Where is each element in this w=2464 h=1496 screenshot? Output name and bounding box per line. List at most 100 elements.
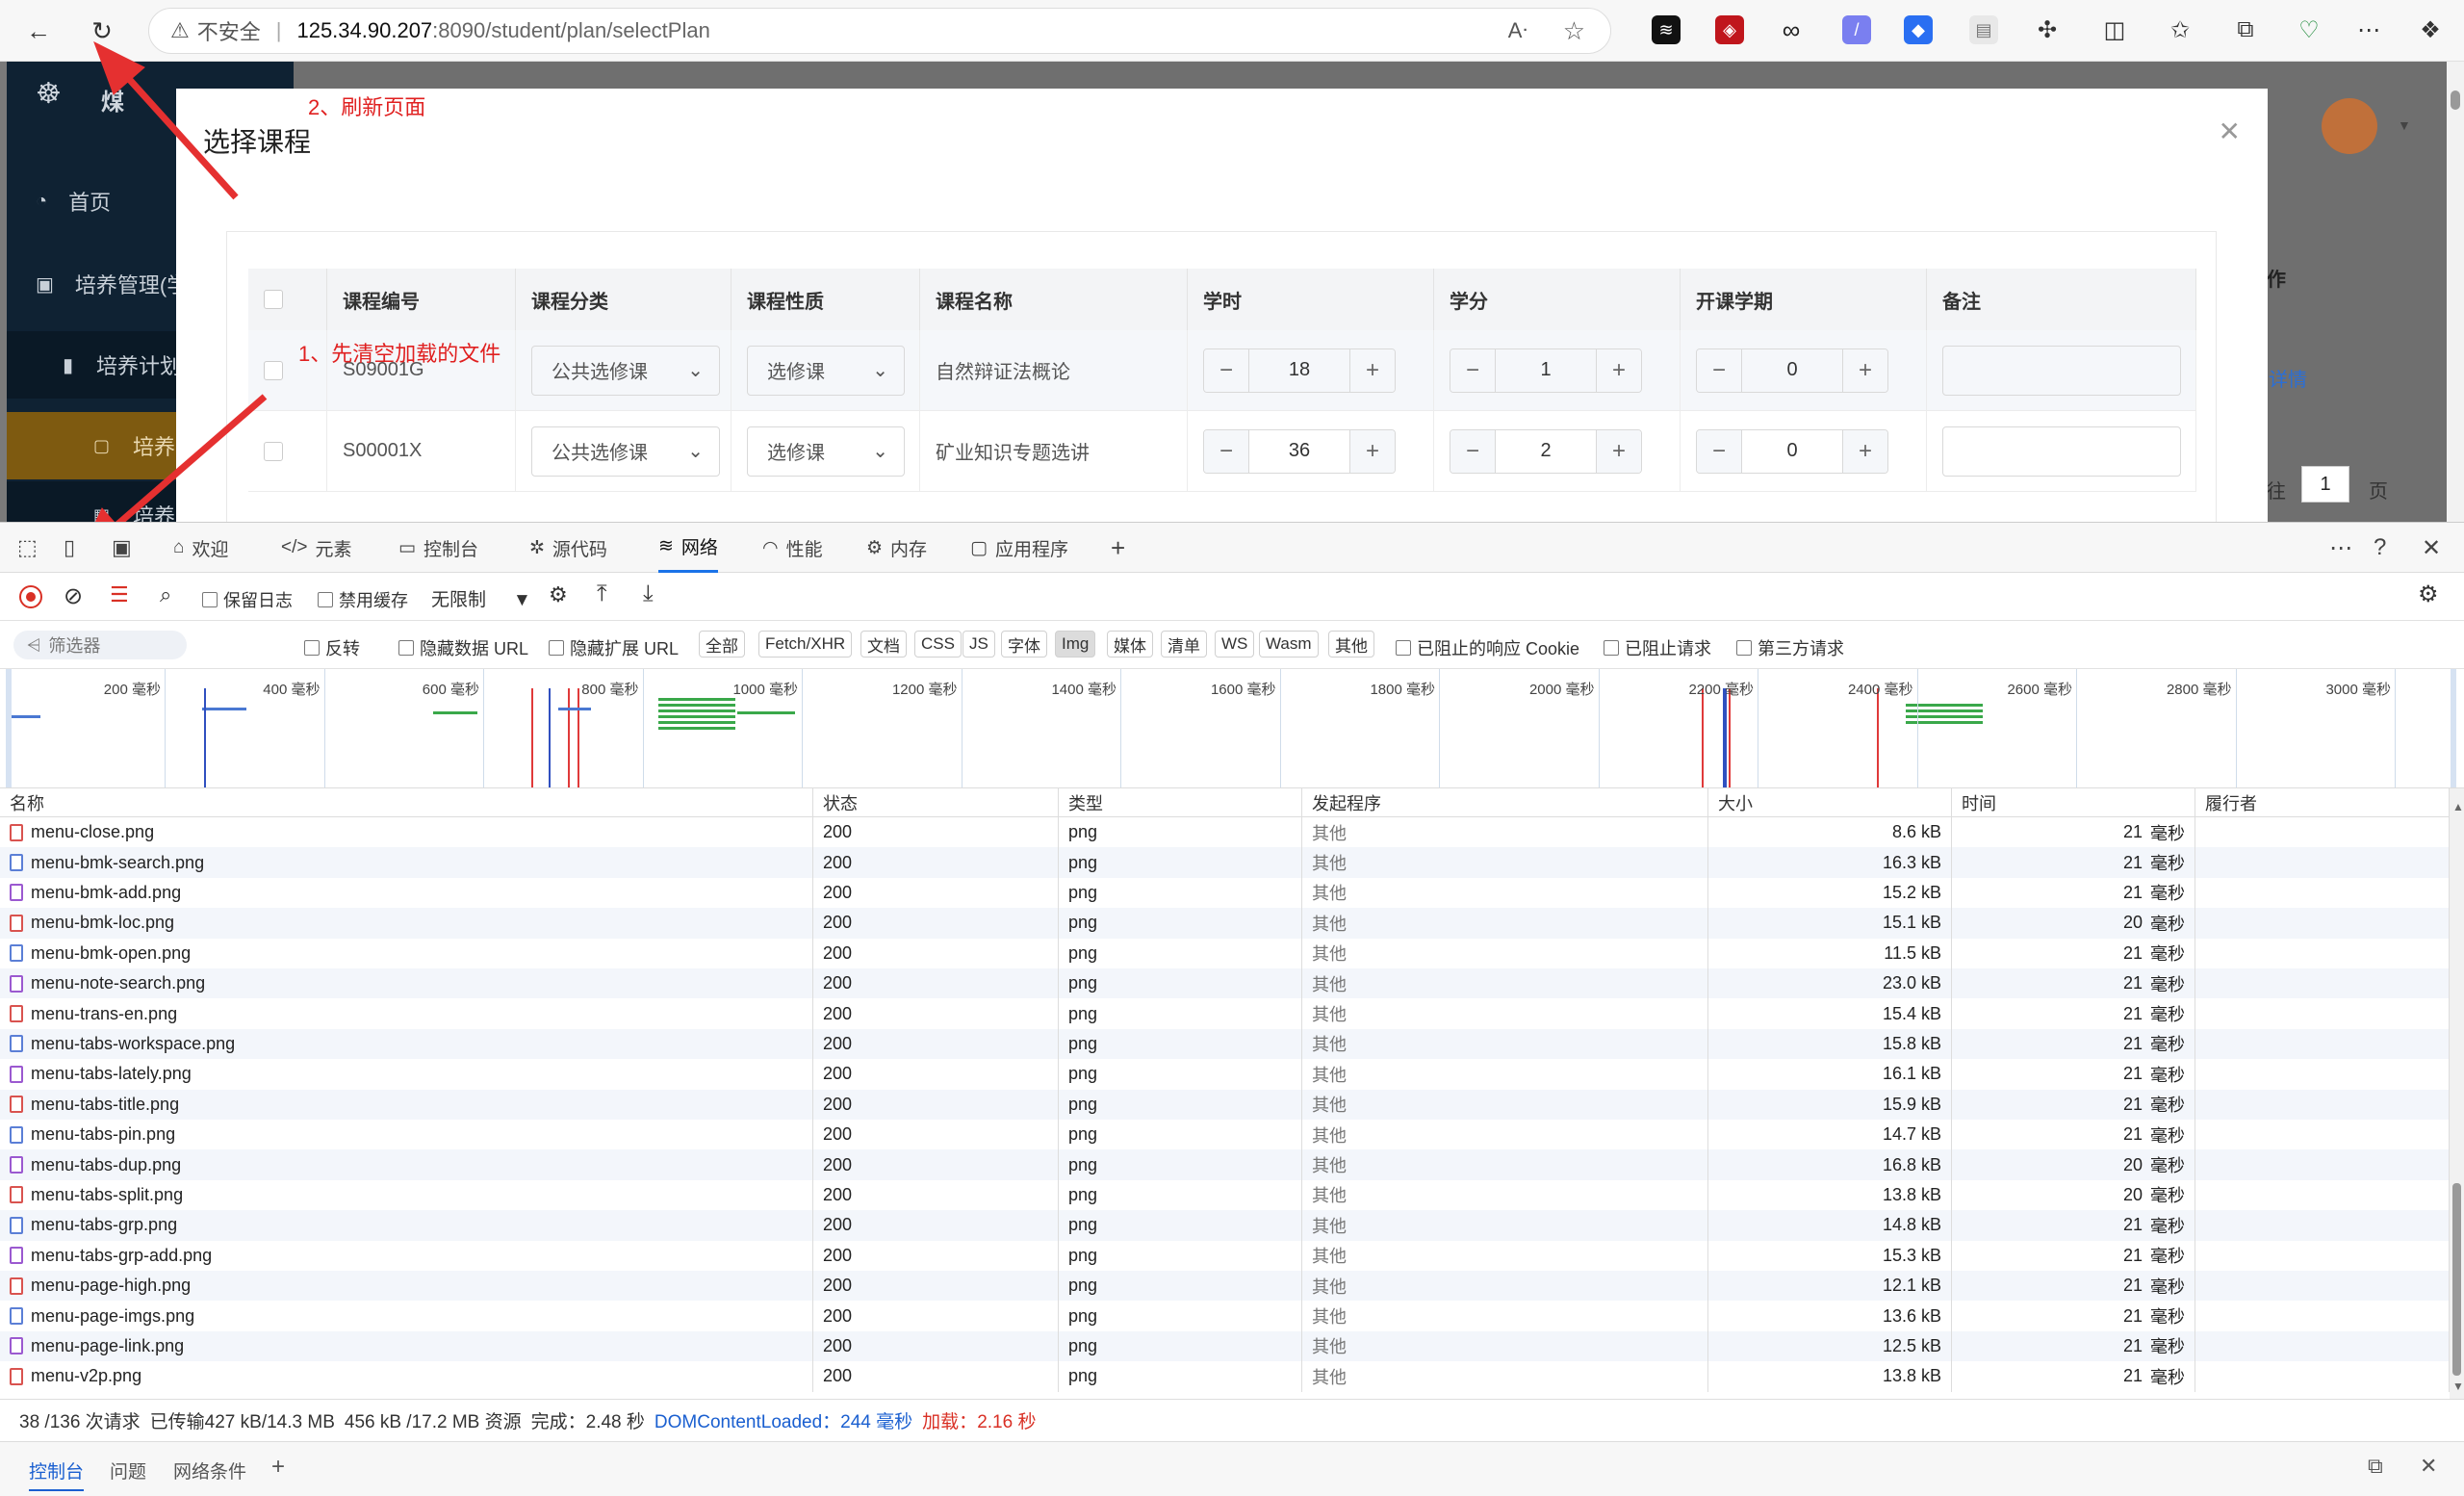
more-icon[interactable]: ⋯ (2329, 523, 2352, 573)
table-row[interactable]: menu-bmk-add.png 200 png 其他 15.2 kB 21 毫秒 (0, 877, 2450, 909)
type-filter-wasm[interactable]: Wasm (1259, 631, 1319, 658)
blocked-requests-checkbox[interactable]: 已阻止请求 (1604, 635, 1711, 660)
throttle-select[interactable]: 无限制 ▼ (431, 585, 531, 611)
tab-elements[interactable]: </> 元素 (281, 523, 352, 573)
disable-cache-checkbox[interactable]: 禁用缓存 (318, 587, 408, 612)
table-row[interactable]: menu-trans-en.png 200 png 其他 15.4 kB 21 毫秒 (0, 998, 2450, 1029)
dock-icon[interactable]: ▣ (112, 523, 132, 573)
hide-data-urls-checkbox[interactable]: 隐藏数据 URL (398, 635, 528, 660)
checkbox-box[interactable] (202, 592, 218, 607)
table-row[interactable]: menu-bmk-search.png 200 png 其他 16.3 kB 21 毫秒 (0, 847, 2450, 878)
column-header[interactable]: 大小 (1708, 788, 1952, 817)
table-row[interactable]: menu-tabs-dup.png 200 png 其他 16.8 kB 20 毫秒 (0, 1149, 2450, 1180)
export-icon[interactable]: ⤓ (643, 580, 654, 607)
checkbox-box[interactable] (1396, 640, 1411, 656)
table-row[interactable]: menu-tabs-grp.png 200 png 其他 14.8 kB 21 毫秒 (0, 1210, 2450, 1241)
help-icon[interactable]: ? (2374, 523, 2386, 573)
overview-handle-left[interactable] (6, 669, 12, 787)
type-filter-xhr[interactable]: Fetch/XHR (758, 631, 853, 658)
table-scrollbar[interactable]: ▲ ▼ (2450, 788, 2464, 1399)
checkbox-box[interactable] (549, 640, 564, 656)
type-filter-js[interactable]: JS (962, 631, 995, 658)
request-status-cell: 200 (813, 847, 1059, 878)
request-name: menu-tabs-grp.png (31, 1215, 178, 1235)
timeline-tick-label: 1400 毫秒 (1051, 682, 1116, 698)
drawer-tab-network-conditions[interactable]: 网络条件 (173, 1457, 246, 1483)
table-row[interactable]: menu-tabs-pin.png 200 png 其他 14.7 kB 21 毫秒 (0, 1120, 2450, 1150)
overview-handle-right[interactable] (2451, 669, 2456, 787)
column-header[interactable]: 时间 (1952, 788, 2195, 817)
fulfilled-by-cell (2195, 847, 2450, 878)
table-row[interactable]: menu-page-high.png 200 png 其他 12.1 kB 21 毫秒 (0, 1271, 2450, 1302)
filter-icon[interactable]: ☰ (110, 582, 129, 607)
type-filter-manifest[interactable]: 清单 (1161, 631, 1207, 658)
tab-memory[interactable]: ⚙ 内存 (866, 523, 927, 573)
checkbox-box[interactable] (1736, 640, 1752, 656)
checkbox-box[interactable] (304, 640, 320, 656)
table-row[interactable]: menu-bmk-loc.png 200 png 其他 15.1 kB 20 毫秒 (0, 908, 2450, 939)
type-filter-doc[interactable]: 文档 (860, 631, 907, 658)
import-icon[interactable]: ⤒ (597, 580, 607, 607)
table-row[interactable]: menu-close.png 200 png 其他 8.6 kB 21 毫秒 (0, 817, 2450, 848)
third-party-checkbox[interactable]: 第三方请求 (1736, 635, 1844, 660)
table-row[interactable]: menu-tabs-workspace.png 200 png 其他 15.8 kB 21… (0, 1028, 2450, 1060)
close-devtools-icon[interactable]: ✕ (2422, 523, 2441, 573)
type-filter-all[interactable]: 全部 (699, 631, 745, 658)
scroll-down-icon[interactable]: ▼ (2452, 1380, 2464, 1393)
drawer-tab-console[interactable]: 控制台 (29, 1457, 85, 1491)
type-filter-img[interactable]: Img (1055, 631, 1096, 658)
fulfilled-by-cell (2195, 1240, 2450, 1271)
checkbox-box[interactable] (398, 640, 414, 656)
tab-performance[interactable]: ◠ 性能 (762, 523, 823, 573)
type-filter-ws[interactable]: WS (1215, 631, 1255, 658)
request-type-cell: png (1059, 1301, 1302, 1331)
column-header[interactable]: 状态 (813, 788, 1059, 817)
table-row[interactable]: menu-v2p.png 200 png 其他 13.8 kB 21 毫秒 (0, 1361, 2450, 1392)
network-overview[interactable]: 200 毫秒 400 毫秒 600 毫秒 800 毫秒 1000 毫秒 1200 毫秒 14… (0, 669, 2464, 788)
checkbox-box[interactable] (1604, 640, 1619, 656)
request-time-cell: 21 毫秒 (1952, 877, 2195, 909)
clear-icon[interactable]: ⊘ (64, 582, 83, 610)
hide-ext-urls-checkbox[interactable]: 隐藏扩展 URL (549, 635, 679, 660)
record-icon[interactable] (19, 585, 42, 608)
table-row[interactable]: menu-tabs-split.png 200 png 其他 13.8 kB 20 毫秒 (0, 1179, 2450, 1211)
tab-sources[interactable]: ✲ 源代码 (529, 523, 607, 573)
column-header[interactable]: 发起程序 (1302, 788, 1708, 817)
settings-gear-icon[interactable]: ⚙ (2418, 580, 2439, 608)
tab-welcome[interactable]: ⌂ 欢迎 (173, 523, 229, 573)
tab-network[interactable]: ≋ 网络 (658, 523, 718, 573)
checkbox-box[interactable] (318, 592, 333, 607)
table-row[interactable]: menu-page-link.png 200 png 其他 12.5 kB 21 毫秒 (0, 1330, 2450, 1362)
table-scrollbar-thumb[interactable] (2452, 1183, 2461, 1376)
table-row[interactable]: menu-bmk-open.png 200 png 其他 11.5 kB 21 毫秒 (0, 938, 2450, 968)
blocked-cookies-checkbox[interactable]: 已阻止的响应 Cookie (1396, 635, 1579, 660)
inspect-icon[interactable]: ⬚ (17, 523, 38, 573)
preserve-log-checkbox[interactable]: 保留日志 (202, 587, 293, 612)
table-row[interactable]: menu-page-imgs.png 200 png 其他 13.6 kB 21 毫秒 (0, 1301, 2450, 1331)
table-row[interactable]: menu-tabs-grp-add.png 200 png 其他 15.3 kB 21 毫秒 (0, 1240, 2450, 1271)
filter-input[interactable]: ⩤ 筛选器 (13, 631, 187, 659)
scroll-up-icon[interactable]: ▲ (2452, 800, 2464, 813)
table-row[interactable]: menu-note-search.png 200 png 其他 23.0 kB 21 毫秒 (0, 968, 2450, 999)
type-filter-other[interactable]: 其他 (1328, 631, 1374, 658)
type-filter-css[interactable]: CSS (914, 631, 962, 658)
drawer-tab-issues[interactable]: 问题 (110, 1457, 146, 1483)
tab-application[interactable]: ▢ 应用程序 (970, 523, 1068, 573)
column-header[interactable]: 名称 (0, 788, 813, 817)
dock-drawer-icon[interactable]: ⧉ (2368, 1454, 2383, 1479)
close-drawer-icon[interactable]: ✕ (2420, 1454, 2437, 1479)
add-drawer-tab-icon[interactable]: + (271, 1454, 285, 1481)
add-tab-icon[interactable]: + (1111, 523, 1125, 573)
column-header[interactable]: 类型 (1059, 788, 1302, 817)
column-header[interactable]: 履行者 (2195, 788, 2450, 817)
type-filter-media[interactable]: 媒体 (1107, 631, 1153, 658)
device-toolbar-icon[interactable]: ▯ (64, 523, 75, 573)
search-icon[interactable]: ⌕ (160, 582, 171, 607)
request-name: menu-tabs-workspace.png (31, 1033, 236, 1053)
tab-console[interactable]: ▭ 控制台 (398, 523, 478, 573)
invert-checkbox[interactable]: 反转 (304, 635, 360, 660)
network-conditions-icon[interactable]: ⚙ (549, 582, 568, 607)
table-row[interactable]: menu-tabs-title.png 200 png 其他 15.9 kB 21 毫秒 (0, 1089, 2450, 1120)
table-row[interactable]: menu-tabs-lately.png 200 png 其他 16.1 kB 21 毫秒 (0, 1059, 2450, 1090)
type-filter-font[interactable]: 字体 (1001, 631, 1047, 658)
